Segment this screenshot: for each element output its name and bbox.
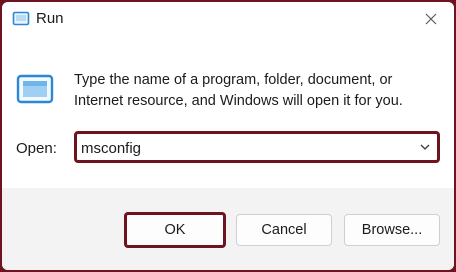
run-app-icon (12, 11, 30, 26)
close-icon (425, 13, 437, 25)
window-title: Run (36, 10, 64, 27)
open-label: Open: (16, 140, 57, 157)
instruction-text: Type the name of a program, folder, docu… (74, 72, 403, 109)
close-button[interactable] (414, 6, 448, 32)
chevron-down-icon[interactable] (418, 141, 432, 153)
open-input[interactable] (81, 137, 411, 159)
browse-button[interactable]: Browse... (344, 214, 440, 246)
run-app-icon (16, 74, 54, 104)
button-bar: OK Cancel Browse... (2, 188, 454, 270)
ok-button[interactable]: OK (124, 212, 226, 248)
open-combobox[interactable] (74, 131, 440, 163)
run-dialog: Run Type the name of a program, folder, … (2, 2, 454, 270)
title-bar[interactable]: Run (2, 2, 454, 36)
dialog-content: Type the name of a program, folder, docu… (2, 36, 454, 188)
cancel-button[interactable]: Cancel (236, 214, 332, 246)
